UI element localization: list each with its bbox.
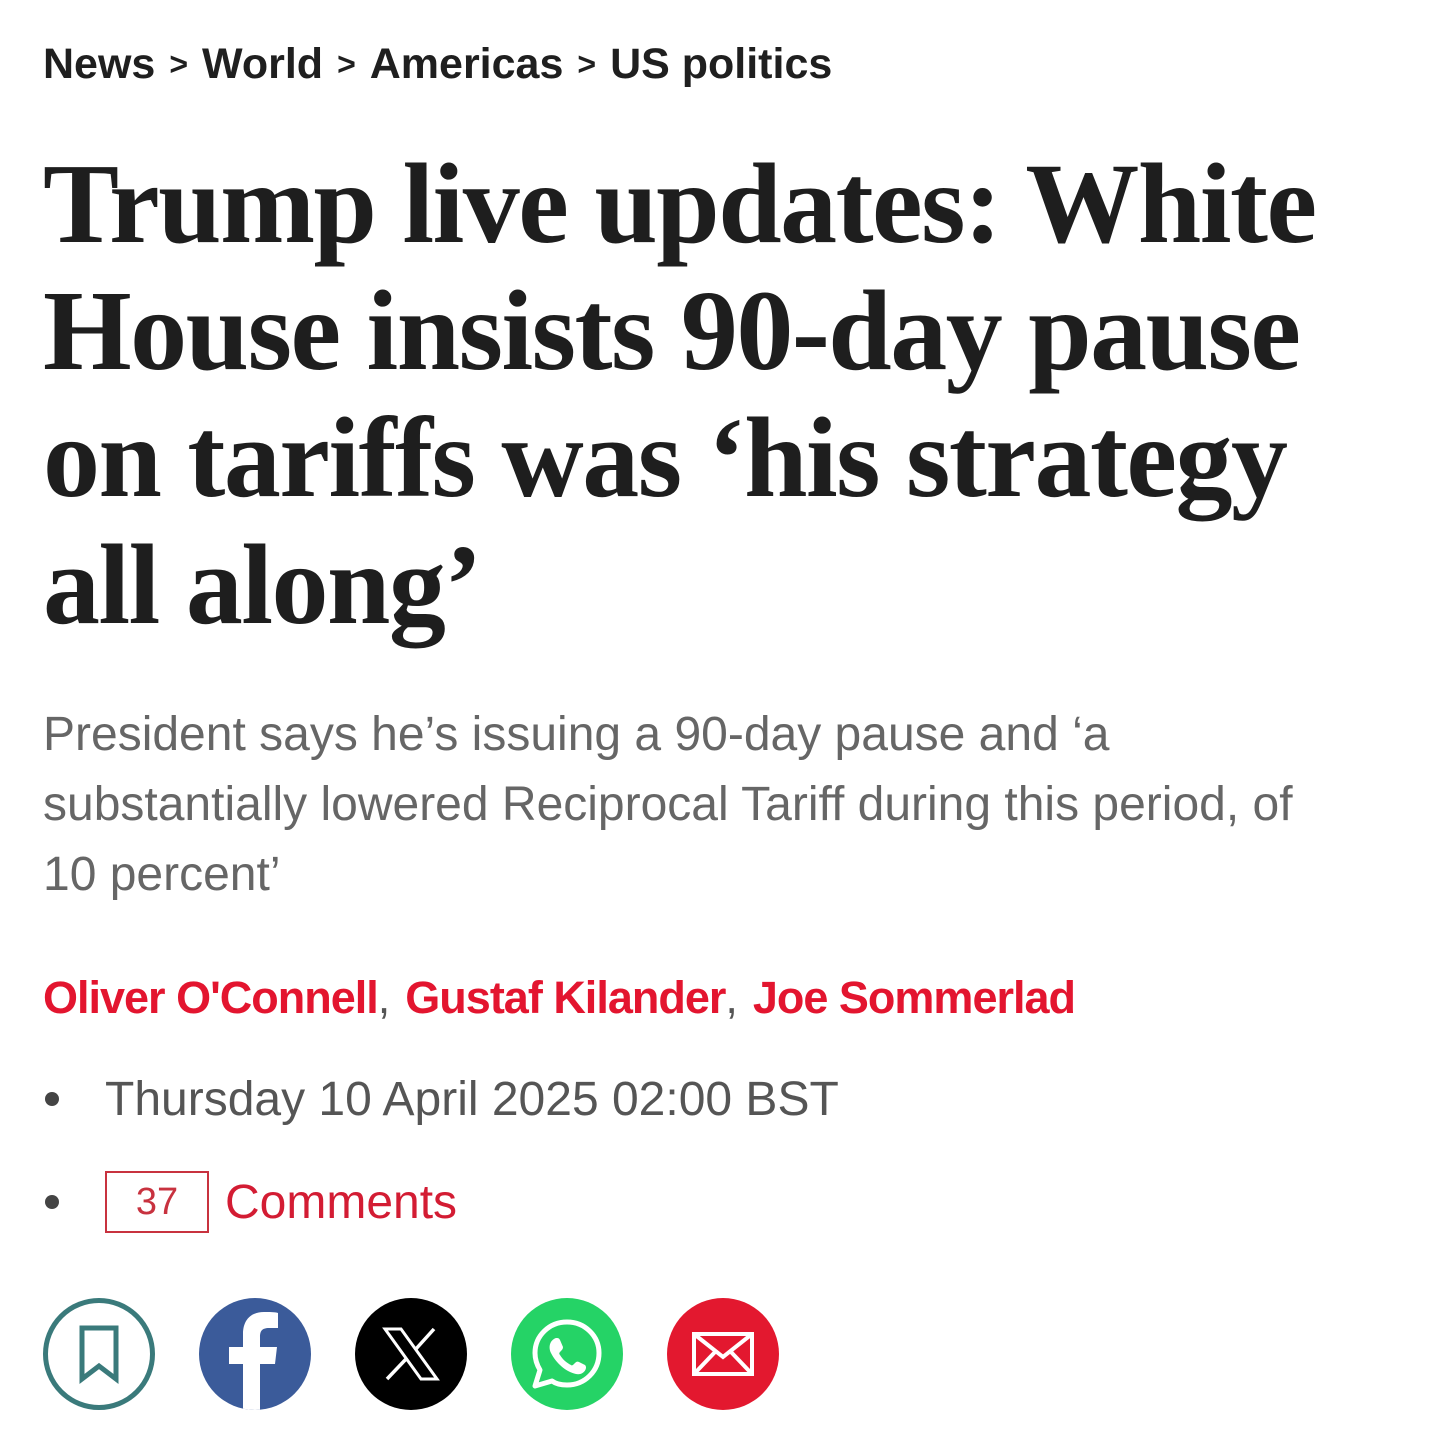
email-share-button[interactable] [667, 1298, 779, 1410]
comment-count: 37 [135, 1180, 179, 1223]
author-link[interactable]: Gustaf Kilander [405, 972, 726, 1023]
bookmark-icon [79, 1325, 119, 1385]
breadcrumb-separator: > [337, 46, 356, 82]
breadcrumb-americas[interactable]: Americas [370, 38, 564, 90]
comments-row: 37 Comments [43, 1170, 458, 1282]
facebook-icon [229, 1312, 278, 1410]
breadcrumb-separator: > [577, 46, 597, 82]
bullet-icon [45, 1195, 59, 1209]
bookmark-button[interactable] [43, 1298, 155, 1410]
comments-link[interactable]: 37 Comments [105, 1171, 458, 1282]
article-standfirst: President says he’s issuing a 90-day pau… [43, 708, 1293, 901]
x-icon [382, 1327, 440, 1381]
author-link[interactable]: Joe Sommerlad [753, 972, 1076, 1023]
comment-count-badge: 37 [105, 1171, 210, 1282]
article-headline: Trump live updates: White House insists … [43, 140, 1317, 648]
breadcrumb-us-politics[interactable]: US politics [610, 38, 832, 90]
comments-label: Comments [225, 1175, 458, 1229]
breadcrumb-news[interactable]: News [43, 38, 155, 90]
author-separator: , [725, 972, 737, 1023]
facebook-share-button[interactable] [199, 1298, 311, 1410]
share-bar [43, 1298, 779, 1410]
breadcrumb: News > World > Americas > US politics [43, 38, 832, 90]
x-share-button[interactable] [355, 1298, 467, 1410]
author-link[interactable]: Oliver O'Connell [43, 972, 379, 1023]
whatsapp-icon [532, 1319, 602, 1389]
bullet-icon [45, 1092, 59, 1106]
email-icon [692, 1332, 754, 1376]
whatsapp-share-button[interactable] [511, 1298, 623, 1410]
breadcrumb-world[interactable]: World [202, 38, 323, 90]
author-list: Oliver O'Connell, Gustaf Kilander, Joe Som… [43, 968, 1076, 1028]
breadcrumb-separator: > [169, 46, 189, 82]
publish-date: Thursday 10 April 2025 02:00 BST [105, 1072, 839, 1126]
author-separator: , [377, 972, 390, 1023]
publish-date-row: Thursday 10 April 2025 02:00 BST [43, 1067, 839, 1131]
